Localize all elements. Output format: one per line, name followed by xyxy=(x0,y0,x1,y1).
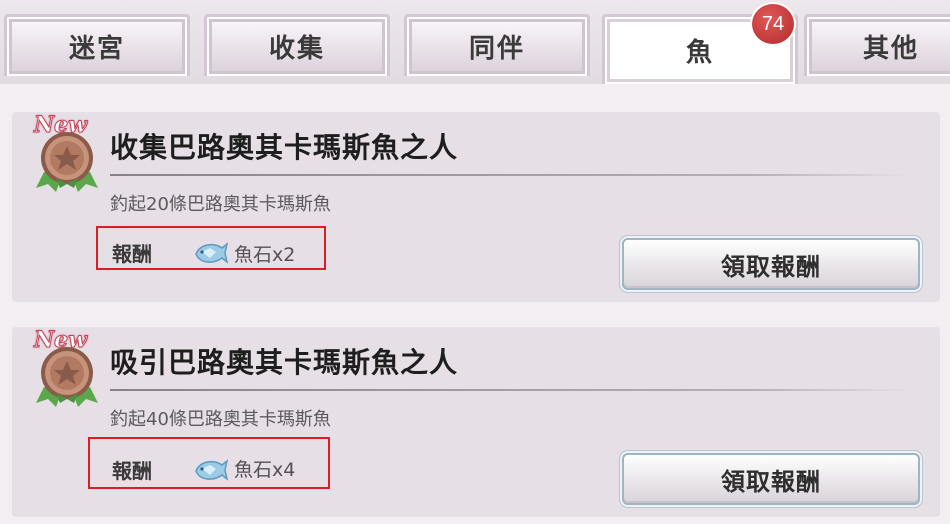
fish-stone-icon xyxy=(195,459,228,481)
divider xyxy=(110,174,910,176)
claim-reward-button[interactable]: 領取報酬 xyxy=(622,453,920,505)
tab-companion[interactable]: 同伴 xyxy=(404,14,590,76)
quest-title: 吸引巴路奧其卡瑪斯魚之人 xyxy=(110,346,459,379)
tab-labyrinth[interactable]: 迷宮 xyxy=(4,14,190,76)
reward-value: 魚石x2 xyxy=(234,244,296,266)
tab-label: 其他 xyxy=(862,34,919,64)
claim-reward-button[interactable]: 領取報酬 xyxy=(622,238,920,290)
tab-label: 迷宮 xyxy=(68,34,125,64)
tab-collection[interactable]: 收集 xyxy=(204,14,390,76)
reward-label: 報酬 xyxy=(112,242,152,266)
reward-value: 魚石x4 xyxy=(234,459,296,481)
quest-card: New 吸引巴路奧其卡瑪斯魚之人 釣起40條巴路奧其卡瑪斯魚 報酬 魚石x4 領… xyxy=(12,327,940,517)
quest-description: 釣起20條巴路奧其卡瑪斯魚 xyxy=(110,194,331,215)
reward-label: 報酬 xyxy=(112,459,152,483)
quest-description: 釣起40條巴路奧其卡瑪斯魚 xyxy=(110,409,331,430)
new-tag: New xyxy=(33,112,88,139)
divider xyxy=(110,389,910,391)
tab-bar: 迷宮 收集 同伴 魚 其他 xyxy=(0,0,950,84)
quest-card: New 收集巴路奧其卡瑪斯魚之人 釣起20條巴路奧其卡瑪斯魚 報酬 魚石x2 領… xyxy=(12,112,940,302)
tab-label: 魚 xyxy=(685,38,714,68)
tab-other[interactable]: 其他 xyxy=(804,14,950,76)
tab-label: 收集 xyxy=(268,34,325,64)
tab-label: 同伴 xyxy=(468,34,525,64)
new-tag: New xyxy=(33,327,88,354)
fish-stone-icon xyxy=(195,242,228,264)
quest-title: 收集巴路奧其卡瑪斯魚之人 xyxy=(110,131,459,164)
notification-badge: 74 xyxy=(750,2,796,46)
